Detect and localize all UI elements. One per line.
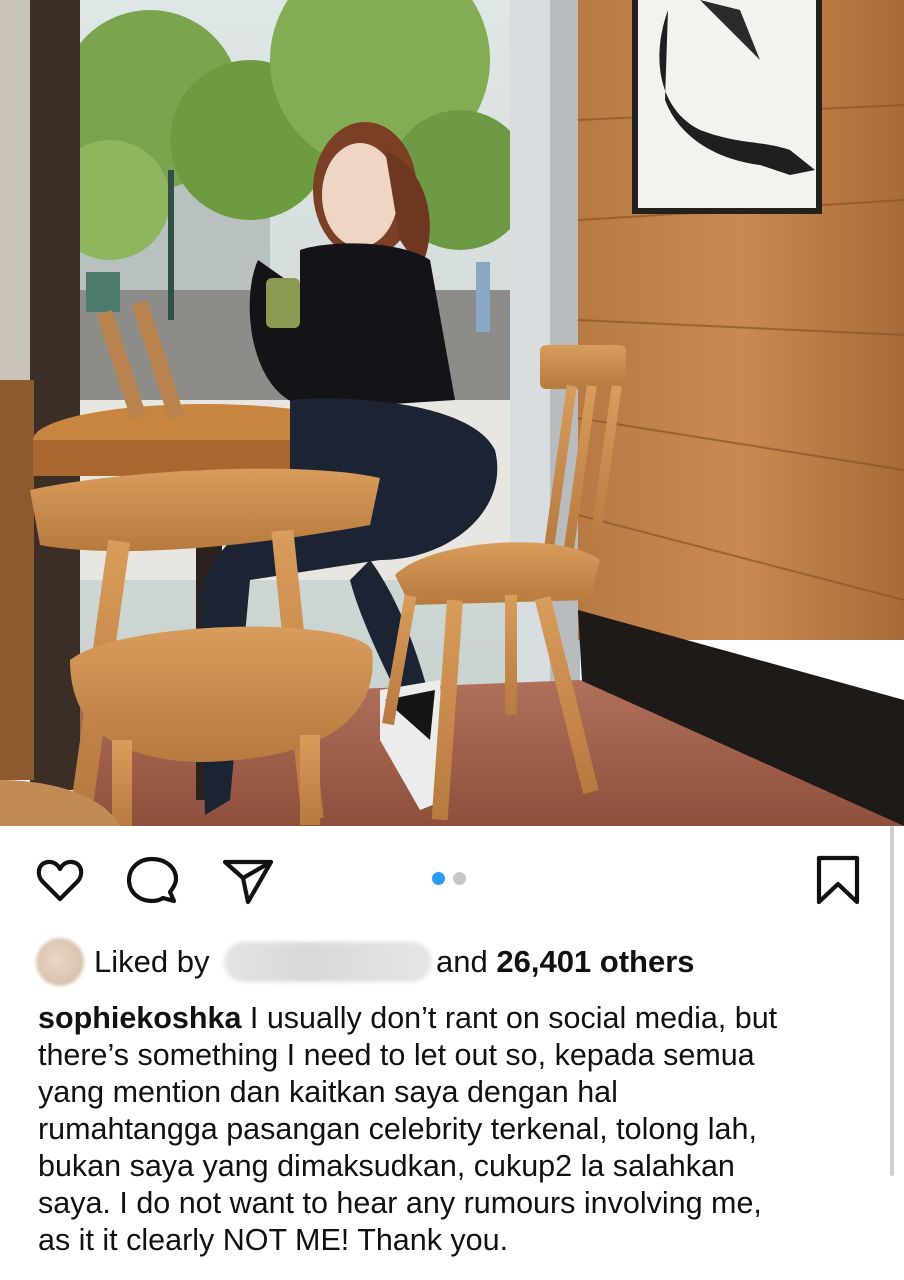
send-icon [222, 859, 274, 905]
save-button[interactable] [810, 852, 866, 908]
bookmark-icon [816, 855, 860, 905]
carousel-dot [453, 871, 466, 885]
likes-summary[interactable]: and 26,401 others [436, 942, 695, 982]
likes-and-label: and [436, 944, 488, 979]
caption-line: yang mention dan kaitkan saya dengan hal [38, 1075, 618, 1109]
comment-icon [126, 856, 179, 904]
caption-username[interactable]: sophiekoshka [38, 1001, 241, 1035]
liker-avatar-blurred[interactable] [36, 938, 84, 986]
like-button[interactable] [32, 852, 88, 908]
comment-button[interactable] [124, 852, 180, 908]
caption-line: rumahtangga pasangan celebrity terkenal,… [38, 1112, 757, 1146]
caption-line: sophiekoshka I usually don’t rant on soc… [38, 1000, 868, 1037]
liker-name-blurred[interactable] [224, 942, 432, 982]
carousel-dot-active [432, 871, 445, 885]
caption-line: there’s something I need to let out so, … [38, 1038, 755, 1072]
post-photo[interactable] [0, 0, 904, 826]
caption-line: saya. I do not want to hear any rumours … [38, 1186, 762, 1220]
liked-by-label: Liked by [94, 944, 210, 979]
share-button[interactable] [220, 852, 276, 908]
caption-text: I usually don’t rant on social media, bu… [241, 1001, 778, 1035]
caption-line: bukan saya yang dimaksudkan, cukup2 la s… [38, 1149, 735, 1183]
cafe-photo [0, 0, 904, 826]
carousel-indicator [432, 870, 466, 886]
heart-icon [36, 859, 84, 902]
scrollbar[interactable] [890, 826, 894, 1176]
post-caption: sophiekoshka I usually don’t rant on soc… [38, 1000, 868, 1259]
likes-row[interactable]: Liked by and 26,401 others [34, 936, 874, 988]
likes-count[interactable]: 26,401 others [496, 944, 694, 979]
caption-line: as it it clearly NOT ME! Thank you. [38, 1223, 509, 1257]
